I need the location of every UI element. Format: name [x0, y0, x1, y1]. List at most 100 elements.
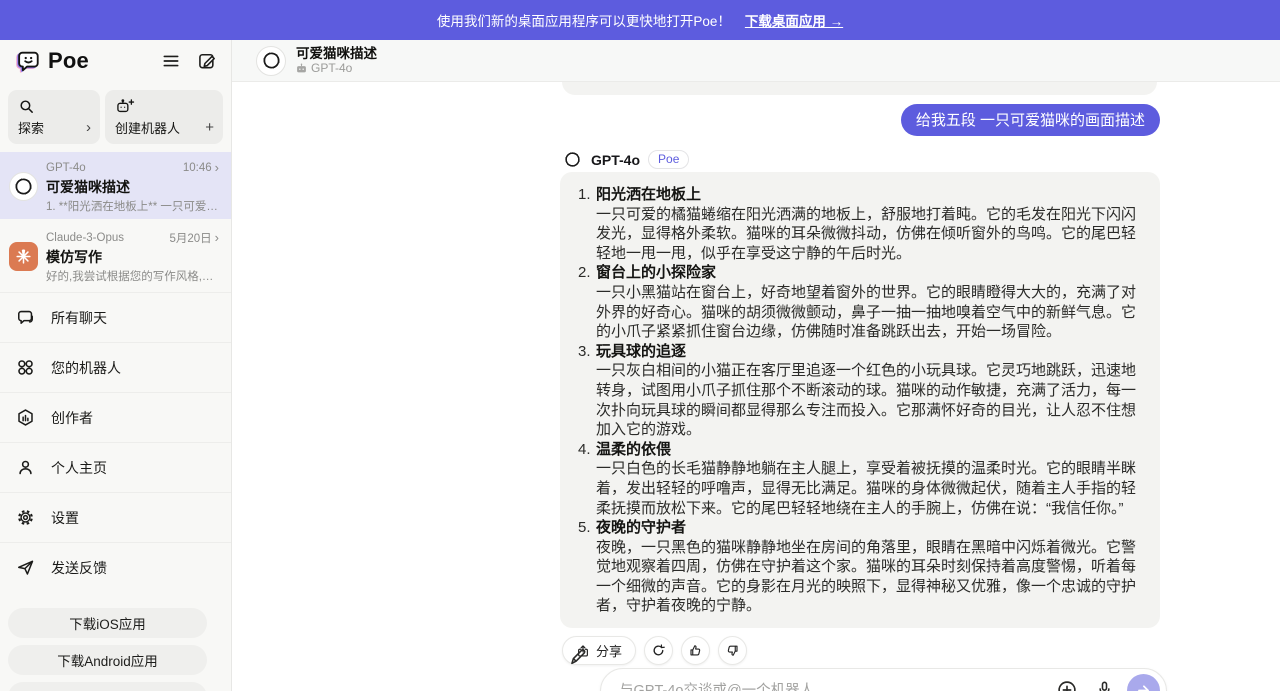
hamburger-icon [161, 51, 181, 71]
plus-icon: + [205, 120, 214, 135]
download-ios-button[interactable]: 下载iOS应用 [8, 608, 207, 638]
gpt-avatar [9, 172, 38, 201]
poe-badge[interactable]: Poe [648, 150, 689, 169]
creators-icon [16, 408, 35, 427]
section-body: 一只可爱的橘猫蜷缩在阳光洒满的地板上，舒服地打着盹。它的毛发在阳光下闪闪发光，显… [596, 205, 1146, 264]
user-message-bubble[interactable]: 给我五段 一只可爱猫咪的画面描述 [901, 104, 1160, 136]
thumbs-up-button[interactable] [681, 636, 710, 665]
chat-header-model: GPT-4o [311, 61, 352, 75]
sidebar-item-settings[interactable]: 设置 [0, 492, 231, 542]
section-body: 夜晚，一只黑色的猫咪静静地坐在房间的角落里，眼睛在黑暗中闪烁着微光。它警觉地观察… [596, 538, 1146, 616]
poe-logo-text: Poe [48, 48, 89, 74]
chevron-right-icon: › [215, 231, 219, 244]
download-extra-button[interactable] [8, 682, 207, 691]
gpt-avatar [562, 149, 583, 170]
description-section: 3. 玩具球的追逐 一只灰白相间的小猫正在客厅里追逐一个红色的小玩具球。它灵巧地… [578, 342, 1146, 440]
regenerate-button[interactable] [644, 636, 673, 665]
chat-main: 可爱猫咪描述 GPT-4o 给我五段 一只可爱猫咪的画面描述 [232, 40, 1280, 691]
share-label: 分享 [596, 641, 622, 660]
chats-icon [16, 308, 35, 327]
poe-logo-icon [14, 48, 41, 74]
refresh-icon [651, 643, 666, 658]
download-buttons: 下载iOS应用 下载Android应用 [8, 608, 207, 691]
previous-message-partial [562, 82, 1157, 95]
chat-header-title: 可爱猫咪描述 [296, 46, 377, 61]
description-section: 1. 阳光洒在地板上 一只可爱的橘猫蜷缩在阳光洒满的地板上，舒服地打着盹。它的毛… [578, 185, 1146, 263]
sidebar-menu: 所有聊天 您的机器人 创作者 [0, 292, 231, 592]
bot-badge-icon [296, 63, 307, 74]
menu-label: 个人主页 [51, 458, 107, 478]
bot-name: GPT-4o [591, 152, 640, 168]
chat-bot-name: Claude-3-Opus [46, 232, 124, 244]
download-android-button[interactable]: 下载Android应用 [8, 645, 207, 675]
menu-label: 您的机器人 [51, 358, 121, 378]
create-bot-label: 创建机器人 [115, 118, 180, 137]
explore-card[interactable]: 探索 › [8, 90, 100, 144]
chevron-right-icon: › [215, 161, 219, 174]
description-section: 2. 窗台上的小探险家 一只小黑猫站在窗台上，好奇地望着窗外的世界。它的眼睛瞪得… [578, 263, 1146, 341]
menu-label: 创作者 [51, 408, 93, 428]
thumbs-down-icon [725, 643, 740, 658]
microphone-icon [1094, 679, 1115, 691]
banner-download-link[interactable]: 下载桌面应用 → [745, 10, 843, 30]
desktop-app-banner: 使用我们新的桌面应用程序可以更快地打开Poe！ 下载桌面应用 → [0, 0, 1280, 40]
bots-grid-icon [16, 358, 35, 377]
sidebar-item-profile[interactable]: 个人主页 [0, 442, 231, 492]
person-icon [16, 458, 35, 477]
send-arrow-icon [1135, 682, 1152, 691]
section-number: 3. [578, 342, 596, 440]
chat-preview: 1. **阳光洒在地板上** 一只可爱的橘... [46, 198, 219, 214]
sidebar-item-all-chats[interactable]: 所有聊天 [0, 292, 231, 342]
menu-label: 发送反馈 [51, 558, 107, 578]
voice-input-button[interactable] [1094, 679, 1115, 691]
bot-message-header: GPT-4o Poe [562, 149, 689, 170]
pen-icon[interactable] [568, 646, 589, 667]
chat-title: 可爱猫咪描述 [46, 177, 219, 196]
search-icon [18, 98, 91, 115]
section-body: 一只小黑猫站在窗台上，好奇地望着窗外的世界。它的眼睛瞪得大大的，充满了对外界的好… [596, 283, 1146, 342]
chat-time: 10:46 [183, 162, 212, 174]
sidebar-header: Poe [0, 40, 231, 82]
section-body: 一只白色的长毛猫静静地躺在主人腿上，享受着被抚摸的温柔时光。它的眼睛半眯着，发出… [596, 459, 1146, 518]
message-actions: 分享 [562, 636, 747, 665]
section-title: 夜晚的守护者 [596, 518, 1146, 538]
bot-message-bubble: 1. 阳光洒在地板上 一只可爱的橘猫蜷缩在阳光洒满的地板上，舒服地打着盹。它的毛… [560, 172, 1160, 628]
description-section: 4. 温柔的依偎 一只白色的长毛猫静静地躺在主人腿上，享受着被抚摸的温柔时光。它… [578, 440, 1146, 518]
section-number: 2. [578, 263, 596, 341]
chat-item-cute-cat[interactable]: GPT-4o 10:46 › 可爱猫咪描述 1. **阳光洒在地板上** 一只可… [0, 152, 231, 219]
sidebar-item-creators[interactable]: 创作者 [0, 392, 231, 442]
new-chat-button[interactable] [197, 51, 217, 71]
chat-time: 5月20日 [169, 230, 211, 246]
explore-label: 探索 [18, 118, 44, 137]
banner-text: 使用我们新的桌面应用程序可以更快地打开Poe！ [437, 10, 731, 30]
description-section: 5. 夜晚的守护者 夜晚，一只黑色的猫咪静静地坐在房间的角落里，眼睛在黑暗中闪烁… [578, 518, 1146, 616]
thumbs-down-button[interactable] [718, 636, 747, 665]
chat-history-list: GPT-4o 10:46 › 可爱猫咪描述 1. **阳光洒在地板上** 一只可… [0, 152, 231, 292]
thumbs-up-icon [688, 643, 703, 658]
message-input-area [600, 668, 1167, 691]
create-bot-card[interactable]: 创建机器人 + [105, 90, 223, 144]
message-input[interactable] [600, 668, 1167, 691]
section-title: 窗台上的小探险家 [596, 263, 1146, 283]
chat-item-imitate-writing[interactable]: Claude-3-Opus 5月20日 › 模仿写作 好的,我尝试根据您的写作风… [0, 222, 231, 289]
sidebar-item-send-feedback[interactable]: 发送反馈 [0, 542, 231, 592]
section-body: 一只灰白相间的小猫正在客厅里追逐一个红色的小玩具球。它灵巧地跳跃，迅速地转身，试… [596, 361, 1146, 439]
gear-icon [16, 508, 35, 527]
compose-icon [197, 51, 217, 71]
robot-plus-icon [115, 98, 214, 115]
menu-label: 设置 [51, 508, 79, 528]
sidebar-item-your-bots[interactable]: 您的机器人 [0, 342, 231, 392]
sidebar-collapse-button[interactable] [161, 51, 181, 71]
sidebar: Poe [0, 40, 232, 691]
chat-title: 模仿写作 [46, 247, 219, 266]
attach-button[interactable] [1056, 679, 1078, 691]
section-title: 玩具球的追逐 [596, 342, 1146, 362]
section-number: 5. [578, 518, 596, 616]
section-number: 1. [578, 185, 596, 263]
paper-plane-icon [16, 558, 35, 577]
chevron-right-icon: › [86, 120, 91, 135]
claude-avatar [9, 242, 38, 271]
chat-bot-name: GPT-4o [46, 162, 86, 174]
poe-logo[interactable]: Poe [14, 48, 89, 74]
plus-circle-icon [1056, 679, 1078, 691]
